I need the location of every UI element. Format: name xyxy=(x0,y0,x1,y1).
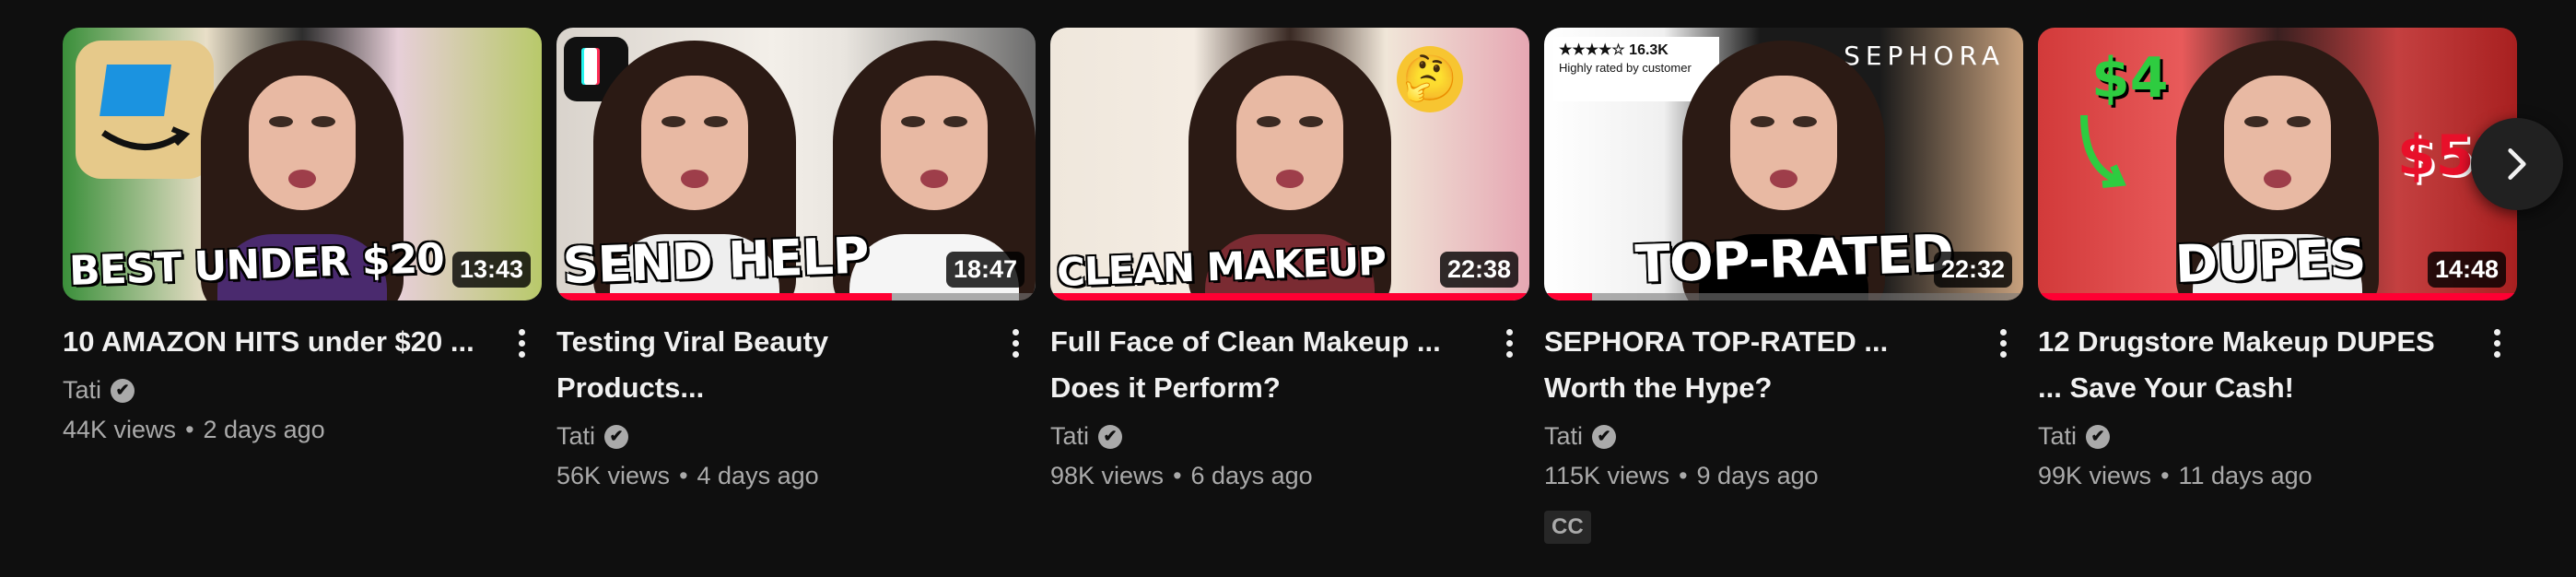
closed-captions-badge: CC xyxy=(1544,511,1591,544)
verified-check-icon: ✔ xyxy=(604,424,629,449)
price-low-label: $4 xyxy=(2091,46,2169,111)
video-card[interactable]: 🤔 CLEAN MAKEUP 22:38 Full Face of Clean … xyxy=(1050,28,1529,544)
duration-badge: 22:38 xyxy=(1439,252,1518,288)
video-thumbnail[interactable]: BEST UNDER $20 13:43 xyxy=(63,28,542,300)
verified-check-icon: ✔ xyxy=(1098,424,1123,449)
video-title[interactable]: SEPHORA TOP-RATED ... Worth the Hype? xyxy=(1544,319,1968,411)
thumbnail-caption: SEND HELP xyxy=(561,226,870,295)
video-title[interactable]: Testing Viral Beauty Products... xyxy=(556,319,980,411)
channel-row: Tati ✔ xyxy=(63,376,486,405)
separator: • xyxy=(679,462,688,489)
three-dot-menu-icon[interactable] xyxy=(1002,321,1028,365)
video-card[interactable]: SEND HELP 18:47 Testing Viral Beauty Pro… xyxy=(556,28,1036,544)
verified-check-icon: ✔ xyxy=(111,378,135,403)
channel-row: Tati ✔ xyxy=(1544,422,1968,451)
watch-progress-bar xyxy=(556,293,1036,300)
three-dot-menu-icon[interactable] xyxy=(509,321,534,365)
duration-badge: 22:32 xyxy=(1933,252,2012,288)
video-stats: 44K views • 2 days ago xyxy=(63,416,486,444)
video-card[interactable]: BEST UNDER $20 13:43 10 AMAZON HITS unde… xyxy=(63,28,542,544)
separator: • xyxy=(185,416,194,443)
view-count: 98K views xyxy=(1050,462,1165,489)
watch-progress-bar xyxy=(2038,293,2517,300)
channel-row: Tati ✔ xyxy=(2038,422,2462,451)
view-count: 44K views xyxy=(63,416,177,443)
video-stats: 115K views • 9 days ago xyxy=(1544,462,1968,490)
chevron-right-icon xyxy=(2508,148,2526,180)
upload-age: 11 days ago xyxy=(2178,462,2313,489)
arrow-down-icon xyxy=(2080,114,2126,188)
thumbnail-caption: DUPES xyxy=(2173,228,2367,295)
video-title[interactable]: Full Face of Clean Makeup ... Does it Pe… xyxy=(1050,319,1474,411)
three-dot-menu-icon[interactable] xyxy=(2484,321,2510,365)
separator: • xyxy=(1679,462,1688,489)
channel-name[interactable]: Tati xyxy=(1544,422,1583,451)
upload-age: 6 days ago xyxy=(1190,462,1313,489)
duration-badge: 18:47 xyxy=(945,252,1025,288)
video-title[interactable]: 10 AMAZON HITS under $20 ... xyxy=(63,319,486,365)
video-shelf: BEST UNDER $20 13:43 10 AMAZON HITS unde… xyxy=(63,28,2517,544)
three-dot-menu-icon[interactable] xyxy=(1496,321,1522,365)
duration-badge: 13:43 xyxy=(451,252,531,288)
three-dot-menu-icon[interactable] xyxy=(1990,321,2016,365)
video-thumbnail[interactable]: ★★★★☆ 16.3K Highly rated by customer SEP… xyxy=(1544,28,2023,300)
thinking-emoji-icon: 🤔 xyxy=(1397,46,1463,112)
upload-age: 4 days ago xyxy=(697,462,819,489)
channel-name[interactable]: Tati xyxy=(1050,422,1089,451)
video-thumbnail[interactable]: 🤔 CLEAN MAKEUP 22:38 xyxy=(1050,28,1529,300)
channel-row: Tati ✔ xyxy=(556,422,980,451)
amazon-logo-icon xyxy=(76,41,214,179)
thumbnail-caption: TOP-RATED xyxy=(1633,223,1954,295)
separator: • xyxy=(1173,462,1182,489)
watch-progress-fill xyxy=(556,293,892,300)
watch-progress-bar xyxy=(1050,293,1529,300)
channel-name[interactable]: Tati xyxy=(63,376,101,405)
channel-name[interactable]: Tati xyxy=(556,422,595,451)
channel-row: Tati ✔ xyxy=(1050,422,1474,451)
view-count: 56K views xyxy=(556,462,671,489)
view-count: 99K views xyxy=(2038,462,2152,489)
watch-progress-fill xyxy=(1050,293,1529,300)
channel-name[interactable]: Tati xyxy=(2038,422,2077,451)
watch-progress-bar xyxy=(1544,293,2023,300)
video-thumbnail[interactable]: SEND HELP 18:47 xyxy=(556,28,1036,300)
video-stats: 98K views • 6 days ago xyxy=(1050,462,1474,490)
watch-progress-fill xyxy=(1544,293,1592,300)
video-card[interactable]: ★★★★☆ 16.3K Highly rated by customer SEP… xyxy=(1544,28,2023,544)
watch-progress-fill xyxy=(2038,293,2517,300)
verified-check-icon: ✔ xyxy=(1592,424,1617,449)
duration-badge: 14:48 xyxy=(2427,252,2506,288)
video-title[interactable]: 12 Drugstore Makeup DUPES ... Save Your … xyxy=(2038,319,2462,411)
separator: • xyxy=(2160,462,2170,489)
upload-age: 9 days ago xyxy=(1696,462,1819,489)
video-thumbnail[interactable]: $4 $52 DUPES 14:48 xyxy=(2038,28,2517,300)
video-stats: 99K views • 11 days ago xyxy=(2038,462,2462,490)
verified-check-icon: ✔ xyxy=(2086,424,2111,449)
view-count: 115K views xyxy=(1544,462,1670,489)
upload-age: 2 days ago xyxy=(203,416,325,443)
next-button[interactable] xyxy=(2471,118,2563,210)
video-stats: 56K views • 4 days ago xyxy=(556,462,980,490)
video-card[interactable]: $4 $52 DUPES 14:48 12 Drugstore Makeup D… xyxy=(2038,28,2517,544)
